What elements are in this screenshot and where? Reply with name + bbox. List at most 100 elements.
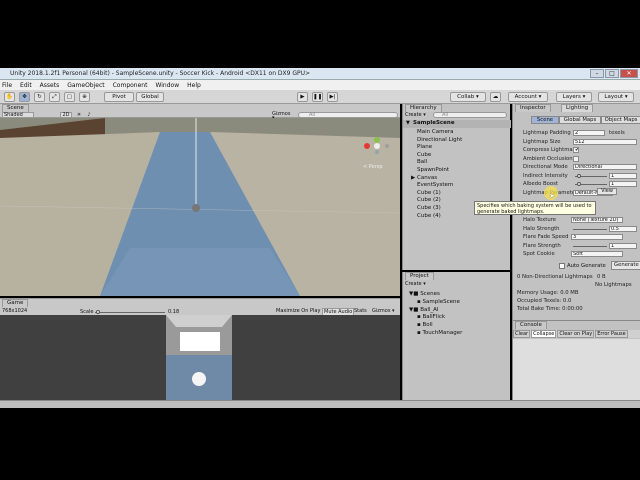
field-value[interactable]: 0.5 <box>609 225 637 232</box>
rect-tool-icon[interactable]: ▢ <box>64 92 75 102</box>
folder-icon: ▼■ <box>409 291 421 297</box>
console-clear-button[interactable]: Clear <box>513 330 531 338</box>
scene-viewport[interactable]: < Persp <box>0 118 400 296</box>
hierarchy-item[interactable]: Main Camera <box>417 129 453 135</box>
slider-track[interactable] <box>573 228 607 230</box>
cloud-icon[interactable]: ☁ <box>490 92 501 102</box>
console-error-pause-button[interactable]: Error Pause <box>595 330 628 338</box>
stats-toggle[interactable]: Stats <box>354 308 367 314</box>
field-value[interactable] <box>573 155 579 162</box>
maximize-on-play-toggle[interactable]: Maximize On Play <box>276 308 320 314</box>
rotate-tool-icon[interactable]: ↻ <box>34 92 45 102</box>
maximize-button[interactable]: □ <box>605 69 619 78</box>
minimize-button[interactable]: – <box>590 69 604 78</box>
field-value[interactable]: 1 <box>609 181 637 187</box>
mouse-pointer-icon: ➤ <box>549 192 555 200</box>
field-value[interactable]: 3 <box>571 234 623 240</box>
pause-icon[interactable]: ❚❚ <box>312 92 323 102</box>
field-label: Indirect Intensity <box>523 172 568 179</box>
hierarchy-item[interactable]: Ball <box>417 159 427 165</box>
slider-track[interactable] <box>573 245 607 247</box>
menu-help[interactable]: Help <box>187 82 201 89</box>
resolution-select[interactable]: 768x1024 <box>2 308 32 315</box>
hierarchy-item[interactable]: Cube (3) <box>417 205 441 211</box>
game-viewport[interactable] <box>0 315 400 400</box>
tab-game[interactable]: Game <box>2 299 29 307</box>
hierarchy-item[interactable]: ▶ Canvas <box>411 175 437 181</box>
project-item[interactable]: ▪ BallFlick <box>417 314 445 320</box>
play-icon[interactable]: ▶ <box>297 92 308 102</box>
close-button[interactable]: ✕ <box>620 69 638 78</box>
field-label: Flare Strength <box>523 242 561 249</box>
field-value[interactable]: 1 <box>609 242 637 249</box>
field-value[interactable]: Directional <box>573 164 637 170</box>
menu-edit[interactable]: Edit <box>20 82 32 89</box>
tab-lighting[interactable]: Lighting <box>561 104 594 112</box>
menu-gameobject[interactable]: GameObject <box>67 82 104 89</box>
field-label: Compress Lightmaps <box>523 147 579 153</box>
menu-assets[interactable]: Assets <box>40 82 60 89</box>
layers-button[interactable]: Layers ▾ <box>556 92 592 102</box>
project-item[interactable]: ▼■ Ball_AI <box>409 307 439 313</box>
console-collapse-button[interactable]: Collapse <box>531 330 557 338</box>
field-value[interactable]: ✔ <box>573 147 579 153</box>
game-gizmos-button[interactable]: Gizmos ▾ <box>372 308 395 314</box>
tab-inspector[interactable]: Inspector <box>515 104 551 112</box>
hierarchy-create-button[interactable]: Create ▾ <box>405 112 429 119</box>
generate-lighting-button[interactable]: Generate Lighting <box>611 261 640 270</box>
field-value[interactable]: 512 <box>573 138 637 145</box>
auto-generate-checkbox[interactable] <box>559 263 565 269</box>
field-value[interactable]: None (Texture 2D) <box>571 217 623 223</box>
subtab-object-maps[interactable]: Object Maps <box>601 116 640 124</box>
hierarchy-item[interactable]: Cube (2) <box>417 197 441 203</box>
persp-label[interactable]: < Persp <box>363 164 383 170</box>
menu-window[interactable]: Window <box>155 82 179 89</box>
tab-scene[interactable]: Scene <box>2 104 29 112</box>
layout-button[interactable]: Layout ▾ <box>598 92 634 102</box>
expand-arrow-icon[interactable]: ▼ <box>406 120 410 126</box>
project-item[interactable]: ▼■ Scenes <box>409 291 440 297</box>
transform-tool-icon[interactable]: ⊕ <box>79 92 90 102</box>
scale-tool-icon[interactable]: ⤢ <box>49 92 60 102</box>
field-value[interactable]: 1 <box>609 172 637 179</box>
hierarchy-item[interactable]: Plane <box>417 144 432 150</box>
project-create-button[interactable]: Create ▾ <box>405 281 429 288</box>
tab-project[interactable]: Project <box>405 272 434 280</box>
step-icon[interactable]: ▶| <box>327 92 338 102</box>
hierarchy-item[interactable]: Directional Light <box>417 137 462 143</box>
project-tab-label: Project <box>410 273 429 279</box>
console-clear-on-play-button[interactable]: Clear on Play <box>557 330 595 338</box>
account-button[interactable]: Account ▾ <box>508 92 548 102</box>
window-title: Unity 2018.1.2f1 Personal (64bit) - Samp… <box>10 70 311 77</box>
project-item[interactable]: ▪ SampleScene <box>417 299 460 305</box>
hierarchy-item[interactable]: Cube <box>417 152 431 158</box>
scale-slider-knob[interactable] <box>96 310 100 314</box>
pivot-toggle[interactable]: Pivot <box>104 92 134 102</box>
move-tool-icon[interactable]: ✥ <box>19 92 30 102</box>
menu-file[interactable]: File <box>2 82 12 89</box>
hierarchy-item[interactable]: EventSystem <box>417 182 453 188</box>
scene-root-row[interactable]: ▼ SampleScene <box>403 120 511 128</box>
console-log-area[interactable] <box>513 339 640 401</box>
view-button[interactable]: View <box>597 188 617 195</box>
tab-console[interactable]: Console <box>515 321 547 329</box>
field-value[interactable]: 2 <box>573 130 605 136</box>
slider-knob[interactable] <box>577 173 581 178</box>
slider-knob[interactable] <box>577 182 581 186</box>
hierarchy-item[interactable]: SpawnPoint <box>417 167 449 173</box>
hierarchy-search-input[interactable]: All <box>433 112 507 118</box>
hierarchy-item[interactable]: Cube (4) <box>417 213 441 219</box>
global-toggle[interactable]: Global <box>136 92 164 102</box>
tab-hierarchy[interactable]: Hierarchy <box>405 104 442 112</box>
menu-component[interactable]: Component <box>113 82 148 89</box>
subtab-global-maps[interactable]: Global Maps <box>559 116 601 124</box>
subtab-scene[interactable]: Scene <box>531 116 559 124</box>
hand-tool-icon[interactable]: ✋ <box>4 92 15 102</box>
collab-button[interactable]: Collab ▾ <box>450 92 486 102</box>
field-value[interactable]: Soft <box>571 251 623 257</box>
hierarchy-panel: Hierarchy Create ▾ All ▼ SampleScene Mai… <box>402 104 511 270</box>
hierarchy-item[interactable]: Cube (1) <box>417 190 441 196</box>
scale-slider-track[interactable] <box>95 312 165 313</box>
project-item[interactable]: ▪ TouchManager <box>417 330 462 336</box>
project-item[interactable]: ▪ Boll <box>417 322 433 328</box>
